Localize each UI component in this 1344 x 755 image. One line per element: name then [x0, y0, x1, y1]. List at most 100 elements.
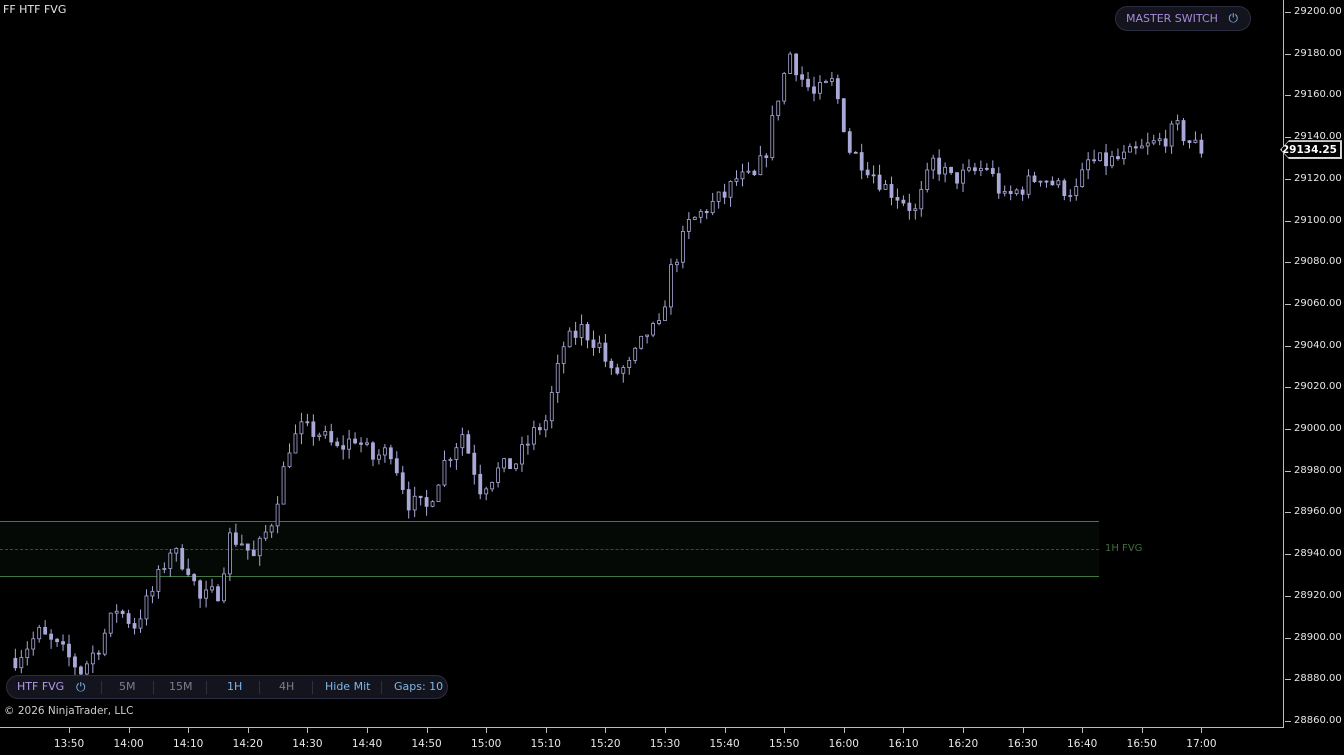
candle [537, 423, 542, 435]
candle [1175, 114, 1180, 131]
candle [579, 314, 584, 346]
tf-5m-button[interactable]: 5M [119, 680, 136, 693]
tf-4h-button[interactable]: 4H [279, 680, 294, 693]
time-axis-tick [1022, 728, 1024, 733]
candle [961, 163, 965, 193]
time-axis-tick [724, 728, 726, 733]
candle [305, 413, 310, 427]
price-axis-tick [1285, 595, 1291, 597]
candle [859, 143, 864, 180]
time-axis-label: 14:00 [113, 738, 144, 750]
toolbar-separator [259, 681, 260, 694]
price-axis-tick [1285, 512, 1291, 514]
candle [627, 356, 632, 375]
candle [1199, 133, 1204, 158]
candle [782, 71, 787, 105]
time-axis-label: 15:00 [471, 738, 502, 750]
candle [239, 534, 244, 546]
candle [228, 527, 232, 582]
candle [347, 429, 352, 459]
candle [746, 162, 751, 174]
candle [180, 544, 185, 571]
candle [633, 347, 638, 364]
time-axis-tick [1141, 728, 1143, 733]
candle [269, 523, 274, 538]
price-axis-label: 29120.00 [1294, 172, 1342, 184]
price-axis-label: 28960.00 [1294, 506, 1342, 518]
time-axis-label: 16:50 [1126, 738, 1157, 750]
htf-fvg-label[interactable]: HTF FVG [17, 680, 64, 693]
price-axis-label: 29180.00 [1294, 47, 1342, 59]
candle [794, 53, 799, 82]
candle [788, 51, 793, 75]
candle [931, 154, 936, 179]
price-axis-label: 29020.00 [1294, 381, 1342, 393]
power-icon[interactable]: ⏻ [76, 680, 86, 695]
price-axis-tick [1285, 637, 1291, 639]
candle [186, 558, 191, 577]
candle [639, 335, 644, 350]
candle [591, 330, 596, 356]
tf-15m-button[interactable]: 15M [169, 680, 193, 693]
candle [1104, 143, 1108, 176]
time-axis-label: 16:30 [1007, 738, 1038, 750]
price-axis-tick [1285, 554, 1291, 556]
price-axis-tick [1285, 303, 1291, 305]
time-axis-tick [1201, 728, 1203, 733]
candle [978, 160, 983, 177]
candle [704, 209, 709, 220]
candle [508, 458, 512, 470]
candle [973, 162, 977, 175]
candle [25, 641, 30, 666]
candle [412, 486, 417, 518]
time-axis-label: 15:30 [649, 738, 681, 750]
candle [96, 650, 101, 660]
candle [406, 481, 411, 519]
price-axis-tick [1285, 429, 1291, 430]
candle [114, 604, 119, 623]
candle [204, 580, 208, 608]
candle [31, 631, 36, 656]
time-axis-label: 16:20 [947, 738, 979, 750]
time-axis-tick [307, 728, 309, 733]
hide-mitigated-button[interactable]: Hide Mit [325, 680, 370, 693]
price-axis-tick [1285, 137, 1291, 139]
candle [126, 609, 131, 628]
time-axis-tick [545, 728, 547, 733]
tf-1h-button[interactable]: 1H [227, 680, 242, 693]
price-axis-label: 29200.00 [1294, 6, 1342, 17]
time-axis-tick [486, 728, 488, 733]
time-axis-label: 15:50 [769, 738, 800, 750]
candle [651, 321, 655, 338]
candle [734, 170, 739, 186]
gaps-count-button[interactable]: Gaps: 10 [394, 680, 443, 693]
price-axis-label: 29100.00 [1294, 214, 1342, 226]
candle [281, 461, 286, 505]
toolbar-separator [101, 681, 102, 694]
candle [1080, 162, 1085, 188]
candle [728, 180, 733, 207]
candle [549, 385, 554, 429]
candle [955, 172, 959, 190]
master-switch-button[interactable]: MASTER SWITCH ⏻ [1115, 6, 1251, 31]
candle [275, 496, 280, 534]
price-axis-label: 29000.00 [1294, 423, 1342, 434]
price-axis[interactable] [1283, 0, 1344, 728]
candle [424, 489, 429, 516]
price-axis-label: 29160.00 [1294, 89, 1342, 101]
time-axis-tick [784, 728, 786, 733]
candle [359, 437, 363, 453]
candle [824, 79, 828, 84]
candle [323, 425, 328, 439]
price-axis-tick [1285, 12, 1291, 13]
candle [996, 167, 1001, 199]
candle [776, 100, 781, 121]
candle [496, 462, 501, 488]
candle [144, 589, 149, 626]
candle [61, 634, 65, 651]
candle [341, 435, 346, 460]
candle [829, 71, 834, 86]
time-axis-tick [69, 728, 70, 733]
time-axis-label: 17:00 [1186, 738, 1217, 750]
time-axis[interactable] [0, 727, 1284, 728]
